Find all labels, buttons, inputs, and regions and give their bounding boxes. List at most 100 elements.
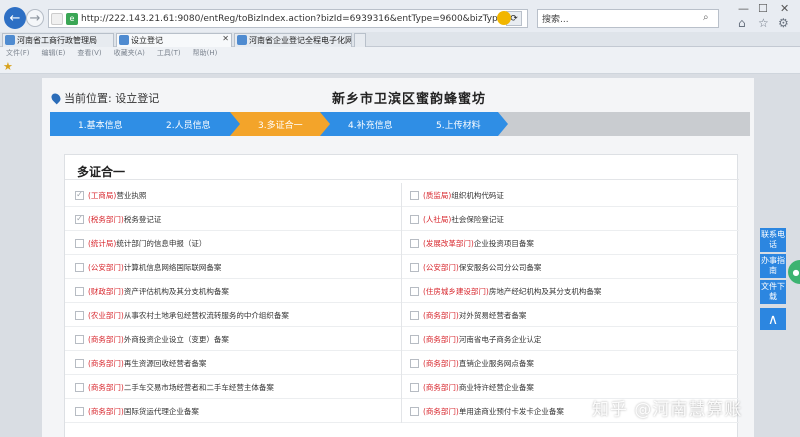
- cert-checkbox[interactable]: [410, 334, 419, 344]
- menu-favorites[interactable]: 收藏夹(A): [114, 48, 145, 58]
- cert-item[interactable]: (统计局) 统计部门的信息申报（证）: [65, 231, 402, 255]
- cert-dept-label: (工商局): [88, 190, 117, 200]
- cert-item[interactable]: (人社局) 社会保险登记证: [402, 207, 739, 231]
- favorites-star-icon[interactable]: ★: [3, 60, 13, 73]
- compat-icon[interactable]: [497, 11, 511, 25]
- menu-view[interactable]: 查看(V): [77, 48, 101, 58]
- cert-dept-label: (商务部门): [423, 310, 459, 320]
- progress-steps: 1.基本信息 2.人员信息 3.多证合一 4.补充信息 5.上传材料: [50, 112, 750, 136]
- divider: [65, 179, 739, 180]
- cert-item[interactable]: (质监局) 组织机构代码证: [402, 183, 739, 207]
- cert-checkbox[interactable]: [75, 238, 84, 248]
- menu-file[interactable]: 文件(F): [6, 48, 30, 58]
- cert-item-label: 企业投资项目备案: [473, 238, 534, 248]
- cert-row: (统计局) 统计部门的信息申报（证） (发展改革部门) 企业投资项目备案: [65, 231, 739, 255]
- contact-phone-button[interactable]: 联系电话: [760, 228, 786, 252]
- cert-item[interactable]: ✓ (工商局) 营业执照: [65, 183, 402, 207]
- step-basic-info[interactable]: 1.基本信息: [50, 112, 148, 136]
- step-upload-materials[interactable]: 5.上传材料: [408, 112, 508, 136]
- cert-item-label: 外商投资企业设立（变更）备案: [123, 334, 229, 344]
- cert-item-label: 资产评估机构及其分支机构备案: [123, 286, 229, 296]
- cert-item[interactable]: (发展改革部门) 企业投资项目备案: [402, 231, 739, 255]
- cert-dept-label: (商务部门): [423, 358, 459, 368]
- scroll-top-button[interactable]: ∧: [760, 308, 786, 330]
- security-icon: e: [66, 12, 78, 25]
- page-icon: [51, 12, 63, 25]
- cert-item[interactable]: (商务部门) 国际货运代理企业备案: [65, 399, 402, 423]
- tab-setup-registration[interactable]: 设立登记 ✕: [116, 33, 232, 47]
- cert-dept-label: (商务部门): [423, 406, 459, 416]
- cert-item[interactable]: ✓ (税务部门) 税务登记证: [65, 207, 402, 231]
- cert-checkbox[interactable]: ✓: [75, 190, 84, 200]
- cert-item-label: 社会保险登记证: [451, 214, 504, 224]
- cert-checkbox[interactable]: [75, 286, 84, 296]
- cert-item-label: 房地产经纪机构及其分支机构备案: [488, 286, 602, 296]
- cert-checkbox[interactable]: [410, 238, 419, 248]
- cert-dept-label: (质监局): [423, 190, 452, 200]
- cert-item[interactable]: (公安部门) 保安服务公司分公司备案: [402, 255, 739, 279]
- cert-checkbox[interactable]: [410, 214, 419, 224]
- cert-checkbox[interactable]: [410, 310, 419, 320]
- cert-item-label: 国际货运代理企业备案: [123, 406, 199, 416]
- close-icon[interactable]: ✕: [780, 2, 789, 15]
- service-guide-button[interactable]: 办事指南: [760, 254, 786, 278]
- cert-item[interactable]: (商务部门) 河南省电子商务企业认定: [402, 327, 739, 351]
- cert-item[interactable]: (商务部门) 二手车交易市场经营者和二手车经营主体备案: [65, 375, 402, 399]
- cert-item[interactable]: (商务部门) 直销企业服务网点备案: [402, 351, 739, 375]
- tab-gongshang[interactable]: 河南省工商行政管理局: [2, 33, 114, 47]
- cert-dept-label: (住房城乡建设部门): [423, 286, 489, 296]
- cert-checkbox[interactable]: [75, 358, 84, 368]
- cert-checkbox[interactable]: [410, 382, 419, 392]
- cert-item-label: 单用途商业预付卡发卡企业备案: [458, 406, 564, 416]
- menu-help[interactable]: 帮助(H): [193, 48, 218, 58]
- cert-checkbox[interactable]: [410, 286, 419, 296]
- cert-item[interactable]: (公安部门) 计算机信息网络国际联网备案: [65, 255, 402, 279]
- tab-close-icon[interactable]: ✕: [222, 34, 229, 43]
- cert-item[interactable]: (商务部门) 外商投资企业设立（变更）备案: [65, 327, 402, 351]
- step-supplement-info[interactable]: 4.补充信息: [320, 112, 418, 136]
- cert-item[interactable]: (商务部门) 再生资源回收经营者备案: [65, 351, 402, 375]
- tab-electronic-registration[interactable]: 河南省企业登记全程电子化网...: [234, 33, 352, 47]
- cert-checkbox[interactable]: [410, 262, 419, 272]
- back-button[interactable]: ←: [4, 7, 26, 29]
- forward-button[interactable]: →: [26, 9, 44, 27]
- maximize-icon[interactable]: ☐: [758, 2, 768, 15]
- cert-dept-label: (公安部门): [423, 262, 459, 272]
- cert-item[interactable]: (住房城乡建设部门) 房地产经纪机构及其分支机构备案: [402, 279, 739, 303]
- cert-item-label: 计算机信息网络国际联网备案: [123, 262, 222, 272]
- cert-checkbox[interactable]: [410, 190, 419, 200]
- search-input[interactable]: 搜索...: [537, 9, 719, 28]
- cert-checkbox[interactable]: [410, 406, 419, 416]
- cert-item[interactable]: (财政部门) 资产评估机构及其分支机构备案: [65, 279, 402, 303]
- gear-icon[interactable]: ⚙: [778, 16, 789, 30]
- minimize-icon[interactable]: —: [738, 2, 749, 15]
- cert-item[interactable]: (农业部门) 从事农村土地承包经营权流转服务的中介组织备案: [65, 303, 402, 327]
- step-personnel-info[interactable]: 2.人员信息: [138, 112, 240, 136]
- favorites-icon[interactable]: ☆: [758, 16, 769, 30]
- cert-item[interactable]: (商务部门) 对外贸易经营者备案: [402, 303, 739, 327]
- address-bar[interactable]: e http://222.143.21.61:9080/entReg/toBiz…: [48, 9, 528, 28]
- cert-checkbox[interactable]: [410, 358, 419, 368]
- file-download-button[interactable]: 文件下载: [760, 280, 786, 304]
- cert-row: ✓ (税务部门) 税务登记证 (人社局) 社会保险登记证: [65, 207, 739, 231]
- cert-checkbox[interactable]: [75, 334, 84, 344]
- search-icon[interactable]: ⌕: [703, 12, 709, 23]
- new-tab-button[interactable]: [354, 33, 366, 47]
- cert-checkbox[interactable]: [75, 406, 84, 416]
- cert-checkbox[interactable]: [75, 262, 84, 272]
- step-multi-cert[interactable]: 3.多证合一: [230, 112, 330, 136]
- cert-dept-label: (商务部门): [423, 382, 459, 392]
- cert-checkbox[interactable]: [75, 310, 84, 320]
- cert-row: ✓ (工商局) 营业执照 (质监局) 组织机构代码证: [65, 183, 739, 207]
- menu-edit[interactable]: 编辑(E): [42, 48, 66, 58]
- cert-checkbox[interactable]: [75, 382, 84, 392]
- arrow-right-icon: →: [29, 10, 41, 26]
- cert-row: (商务部门) 外商投资企业设立（变更）备案 (商务部门) 河南省电子商务企业认定: [65, 327, 739, 351]
- menu-tools[interactable]: 工具(T): [157, 48, 181, 58]
- cert-checkbox[interactable]: ✓: [75, 214, 84, 224]
- chat-widget-icon[interactable]: ●: [788, 260, 800, 284]
- tab-favicon: [5, 35, 15, 45]
- home-icon[interactable]: ⌂: [738, 16, 746, 30]
- cert-row: (财政部门) 资产评估机构及其分支机构备案 (住房城乡建设部门) 房地产经纪机构及其分…: [65, 279, 739, 303]
- cert-row: (公安部门) 计算机信息网络国际联网备案 (公安部门) 保安服务公司分公司备案: [65, 255, 739, 279]
